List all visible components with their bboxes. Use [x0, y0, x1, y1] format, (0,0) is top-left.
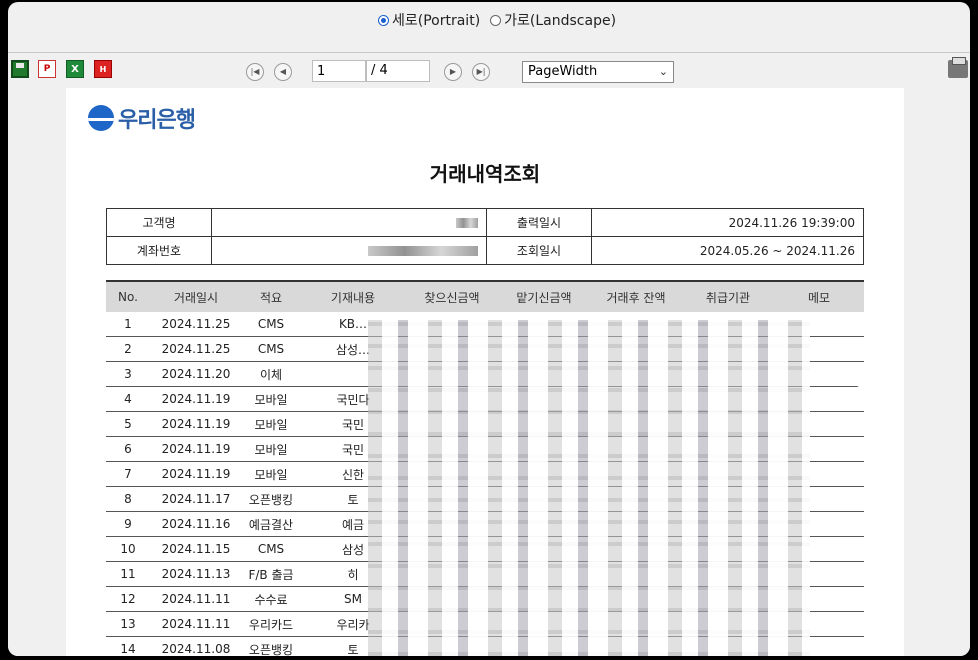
row-date: 2024.11.13: [150, 561, 242, 587]
column-header: 맡기신금액: [516, 290, 572, 305]
next-page-button[interactable]: ▶: [444, 63, 462, 81]
row-date: 2024.11.20: [150, 361, 242, 387]
row-no: 13: [106, 611, 150, 637]
customer-label: 고객명: [106, 208, 212, 237]
row-no: 8: [106, 486, 150, 512]
row-no: 9: [106, 511, 150, 537]
row-no: 12: [106, 586, 150, 612]
account-value: [211, 236, 487, 265]
row-no: 2: [106, 336, 150, 362]
row-memo: CMS: [242, 312, 300, 337]
row-no: 7: [106, 461, 150, 487]
orientation-radio-group: 세로(Portrait) 가로(Landscape): [378, 10, 626, 30]
row-no: 14: [106, 636, 150, 656]
account-info-table: 고객명 출력일시 2024.11.26 19:39:00 계좌번호 조회일시 2…: [106, 208, 864, 265]
row-no: 3: [106, 361, 150, 387]
row-memo: 수수료: [242, 586, 300, 612]
row-memo: 모바일: [242, 386, 300, 412]
portrait-label: 세로(Portrait): [392, 13, 481, 29]
orientation-bar: 세로(Portrait) 가로(Landscape): [8, 2, 970, 53]
row-date: 2024.11.19: [150, 436, 242, 462]
account-label: 계좌번호: [106, 236, 212, 265]
column-header: 취급기관: [705, 290, 751, 305]
query-value: 2024.05.26 ~ 2024.11.26: [591, 236, 864, 265]
row-no: 4: [106, 386, 150, 412]
report-page: 우리은행 거래내역조회 고객명 출력일시 2024.11.26 19:39:00…: [66, 88, 904, 656]
last-page-button[interactable]: ▶|: [472, 63, 490, 81]
row-date: 2024.11.11: [150, 611, 242, 637]
row-memo: 이체: [242, 361, 300, 387]
row-date: 2024.11.25: [150, 336, 242, 362]
hwp-export-icon[interactable]: H: [94, 60, 112, 78]
row-memo: CMS: [242, 536, 300, 562]
column-header: 메모: [807, 290, 831, 305]
column-header: No.: [118, 290, 138, 304]
row-memo: 모바일: [242, 411, 300, 437]
row-date: 2024.11.08: [150, 636, 242, 656]
page-number-input[interactable]: [312, 60, 366, 82]
row-no: 5: [106, 411, 150, 437]
row-memo: 우리카드: [242, 611, 300, 637]
row-no: 1: [106, 312, 150, 337]
prev-page-button[interactable]: ◀: [274, 63, 292, 81]
document-viewport[interactable]: 우리은행 거래내역조회 고객명 출력일시 2024.11.26 19:39:00…: [8, 88, 970, 656]
row-memo: 오픈뱅킹: [242, 636, 300, 656]
row-date: 2024.11.25: [150, 312, 242, 337]
landscape-radio[interactable]: 가로(Landscape): [490, 10, 616, 30]
page-title: 거래내역조회: [429, 162, 541, 186]
row-date: 2024.11.16: [150, 511, 242, 537]
row-date: 2024.11.19: [150, 386, 242, 412]
row-no: 11: [106, 561, 150, 587]
row-memo: 예금결산: [242, 511, 300, 537]
print-icon[interactable]: [948, 57, 968, 78]
zoom-select[interactable]: PageWidth ⌄: [522, 61, 674, 83]
row-date: 2024.11.19: [150, 461, 242, 487]
portrait-radio[interactable]: 세로(Portrait): [378, 10, 480, 30]
row-date: 2024.11.17: [150, 486, 242, 512]
row-date: 2024.11.11: [150, 586, 242, 612]
landscape-radio-button[interactable]: [490, 14, 502, 26]
row-no: 6: [106, 436, 150, 462]
page-total: / 4: [366, 60, 430, 82]
first-page-button[interactable]: |◀: [246, 63, 264, 81]
printed-label: 출력일시: [486, 208, 592, 237]
customer-value: [211, 208, 487, 237]
viewer-toolbar: P X H |◀ ◀ / 4 ▶ ▶| PageWidth ⌄: [8, 54, 970, 88]
row-memo: F/B 출금: [242, 561, 300, 587]
row-memo: CMS: [242, 336, 300, 362]
zoom-value: PageWidth: [528, 64, 598, 79]
column-header: 거래일시: [173, 290, 219, 305]
column-header: 거래후 잔액: [606, 290, 666, 305]
excel-export-icon[interactable]: X: [66, 60, 84, 78]
row-date: 2024.11.19: [150, 411, 242, 437]
column-header: 적요: [259, 290, 283, 305]
column-header: 찾으신금액: [424, 290, 480, 305]
column-header: 기재내용: [330, 290, 376, 305]
save-icon[interactable]: [11, 60, 29, 78]
pdf-export-icon[interactable]: P: [38, 60, 56, 78]
row-memo: 모바일: [242, 436, 300, 462]
bank-name: 우리은행: [118, 108, 196, 133]
table-header-row: No. 거래일시 적요 기재내용 찾으신금액 맡기신금액 거래후 잔액 취급기관…: [106, 281, 864, 312]
report-viewer-window: 세로(Portrait) 가로(Landscape) P X H |◀ ◀ / …: [8, 2, 970, 656]
row-memo: 모바일: [242, 461, 300, 487]
landscape-label: 가로(Landscape): [504, 13, 617, 29]
bank-logo-icon: [88, 105, 114, 131]
redaction-mosaic: [368, 320, 810, 656]
printed-value: 2024.11.26 19:39:00: [591, 208, 864, 237]
chevron-down-icon: ⌄: [658, 65, 668, 78]
row-memo: 오픈뱅킹: [242, 486, 300, 512]
row-no: 10: [106, 536, 150, 562]
bank-logo: 우리은행: [88, 102, 196, 134]
row-date: 2024.11.15: [150, 536, 242, 562]
portrait-radio-button[interactable]: [378, 14, 389, 26]
query-label: 조회일시: [486, 236, 592, 265]
